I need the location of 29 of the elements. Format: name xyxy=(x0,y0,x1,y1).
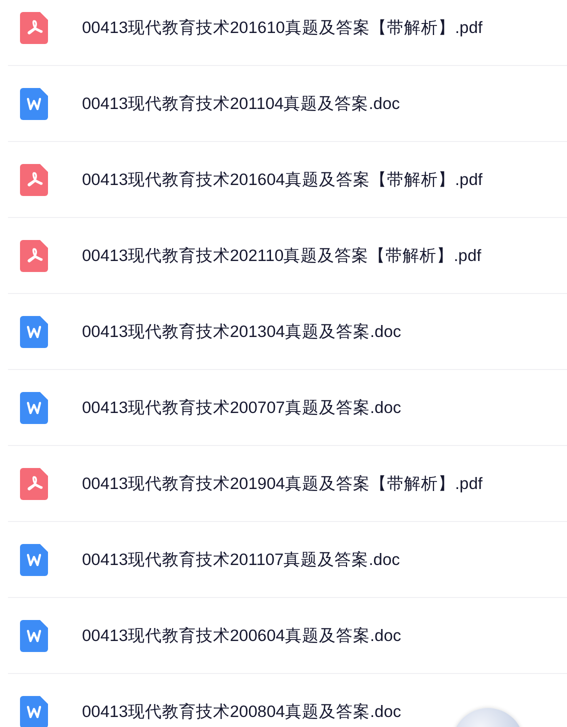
file-name: 00413现代教育技术201107真题及答案.doc xyxy=(82,550,400,570)
word-file-icon xyxy=(20,88,48,120)
file-name: 00413现代教育技术200707真题及答案.doc xyxy=(82,398,402,418)
file-row[interactable]: 00413现代教育技术200707真题及答案.doc xyxy=(8,370,567,446)
file-name: 00413现代教育技术201304真题及答案.doc xyxy=(82,322,402,342)
file-row[interactable]: 00413现代教育技术202110真题及答案【带解析】.pdf xyxy=(8,218,567,294)
file-row[interactable]: 00413现代教育技术201904真题及答案【带解析】.pdf xyxy=(8,446,567,522)
file-row[interactable]: 00413现代教育技术201304真题及答案.doc xyxy=(8,294,567,370)
file-name: 00413现代教育技术201104真题及答案.doc xyxy=(82,94,400,114)
file-row[interactable]: 00413现代教育技术200604真题及答案.doc xyxy=(8,598,567,674)
word-file-icon xyxy=(20,696,48,727)
word-file-icon xyxy=(20,544,48,576)
file-name: 00413现代教育技术200604真题及答案.doc xyxy=(82,626,402,646)
pdf-file-icon xyxy=(20,164,48,196)
file-name: 00413现代教育技术200804真题及答案.doc xyxy=(82,702,402,722)
file-row[interactable]: 00413现代教育技术201610真题及答案【带解析】.pdf xyxy=(8,0,567,66)
file-row[interactable]: 00413现代教育技术201107真题及答案.doc xyxy=(8,522,567,598)
file-name: 00413现代教育技术202110真题及答案【带解析】.pdf xyxy=(82,246,482,266)
file-row[interactable]: 00413现代教育技术201604真题及答案【带解析】.pdf xyxy=(8,142,567,218)
pdf-file-icon xyxy=(20,240,48,272)
word-file-icon xyxy=(20,620,48,652)
word-file-icon xyxy=(20,316,48,348)
pdf-file-icon xyxy=(20,12,48,44)
file-name: 00413现代教育技术201904真题及答案【带解析】.pdf xyxy=(82,474,482,494)
pdf-file-icon xyxy=(20,468,48,500)
file-name: 00413现代教育技术201604真题及答案【带解析】.pdf xyxy=(82,170,482,190)
word-file-icon xyxy=(20,392,48,424)
file-row[interactable]: 00413现代教育技术201104真题及答案.doc xyxy=(8,66,567,142)
file-name: 00413现代教育技术201610真题及答案【带解析】.pdf xyxy=(82,18,482,38)
